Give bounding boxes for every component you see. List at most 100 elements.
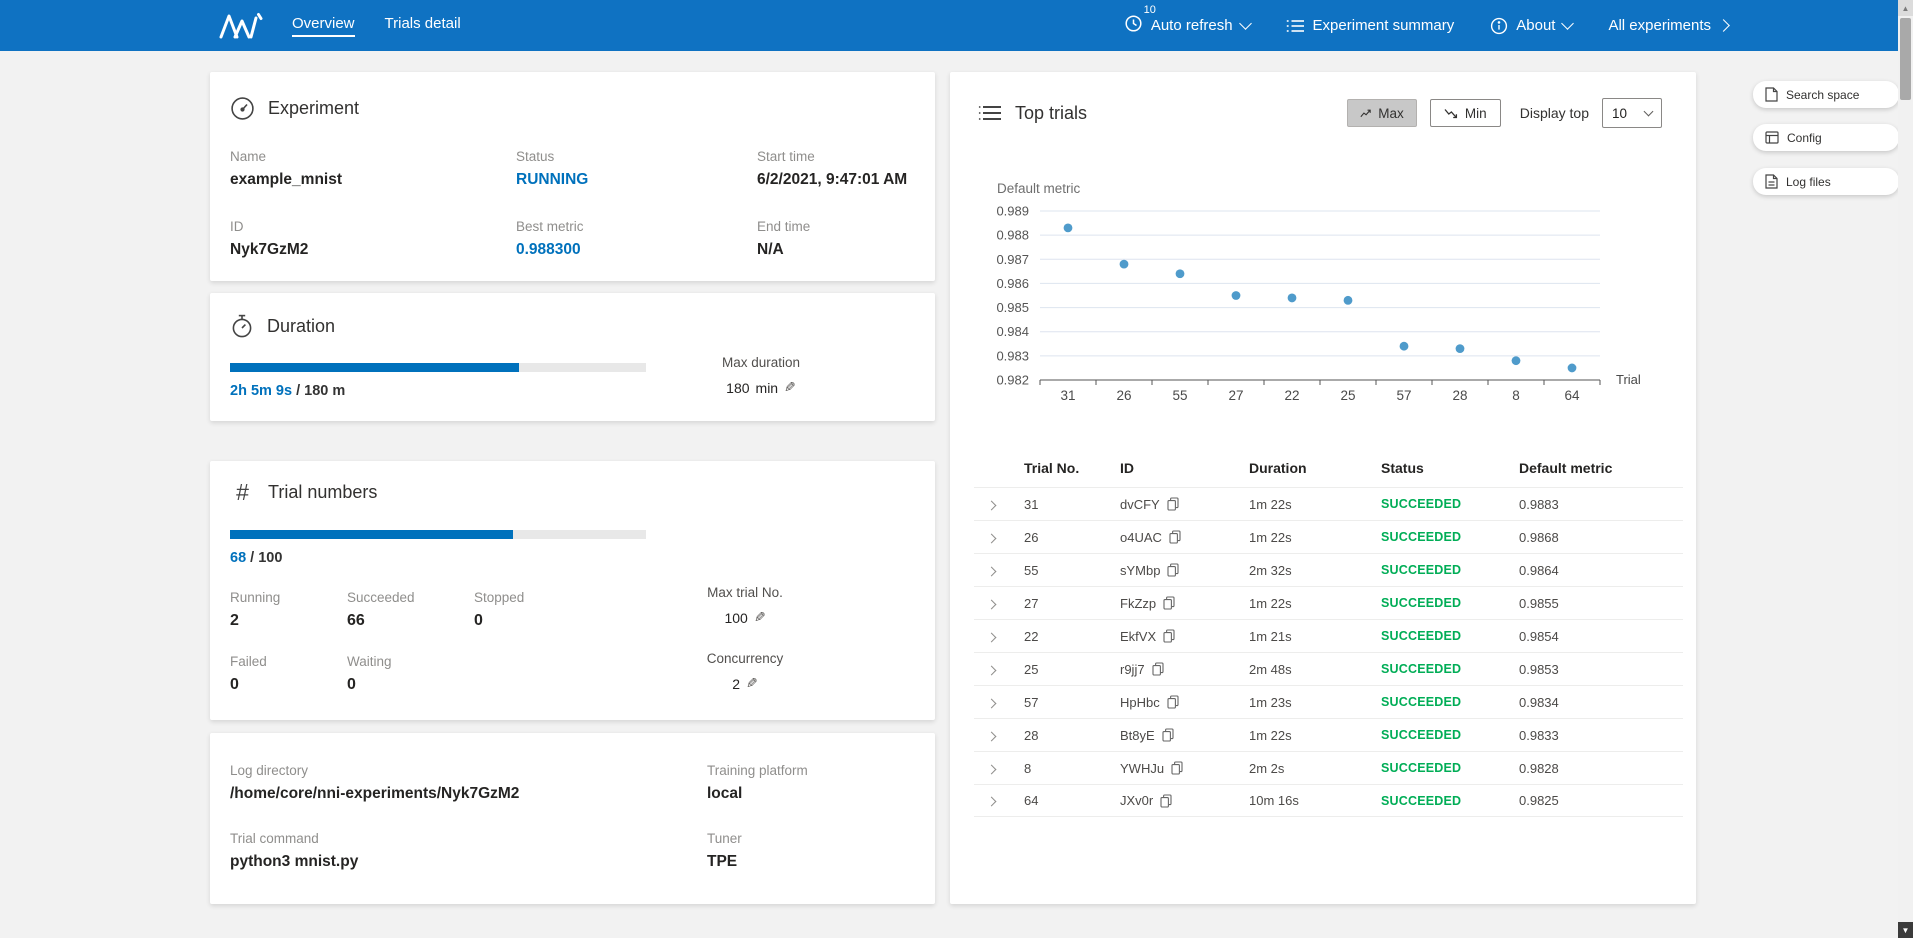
table-row[interactable]: 55sYMbp2m 32sSUCCEEDED0.9864 [974, 553, 1683, 586]
copy-icon[interactable] [1163, 596, 1175, 610]
table-row[interactable]: 8YWHJu2m 2sSUCCEEDED0.9828 [974, 751, 1683, 784]
copy-icon[interactable] [1167, 497, 1179, 511]
scrollbar: ▲ ▼ [1898, 0, 1913, 938]
trend-down-icon [1444, 108, 1458, 119]
navbar: Overview Trials detail 10 Auto refresh E… [0, 0, 1913, 51]
display-top-select[interactable]: 10 [1602, 98, 1662, 128]
edit-max-trial-button[interactable]: ✎ [754, 609, 766, 626]
duration-cell: 10m 16s [1249, 793, 1381, 808]
table-row[interactable]: 31dvCFY1m 22sSUCCEEDED0.9883 [974, 487, 1683, 520]
max-button[interactable]: Max [1347, 99, 1417, 127]
status-cell: SUCCEEDED [1381, 497, 1519, 511]
metric-cell: 0.9853 [1519, 662, 1683, 677]
field-label: Tuner [707, 831, 915, 846]
log-files-icon [1765, 174, 1778, 189]
field-label: Best metric [516, 219, 757, 234]
edit-max-duration-button[interactable]: ✎ [784, 379, 796, 396]
svg-text:0.984: 0.984 [996, 324, 1029, 339]
copy-icon[interactable] [1167, 563, 1179, 577]
expand-cell [974, 596, 1024, 611]
edit-concurrency-button[interactable]: ✎ [746, 675, 758, 692]
trial-id: JXv0r [1120, 793, 1153, 808]
copy-icon[interactable] [1171, 761, 1183, 775]
copy-icon[interactable] [1162, 728, 1174, 742]
metric-cell: 0.9868 [1519, 530, 1683, 545]
svg-text:64: 64 [1564, 388, 1580, 403]
expand-row-icon[interactable] [987, 632, 997, 642]
expand-row-icon[interactable] [987, 797, 997, 807]
copy-icon[interactable] [1169, 530, 1181, 544]
table-row[interactable]: 22EkfVX1m 21sSUCCEEDED0.9854 [974, 619, 1683, 652]
stat-label: Failed [230, 654, 347, 669]
gauge-icon [230, 96, 255, 121]
trial-no-cell: 22 [1024, 629, 1120, 644]
table-row[interactable]: 25r9jj72m 48sSUCCEEDED0.9853 [974, 652, 1683, 685]
copy-icon[interactable] [1167, 695, 1179, 709]
scroll-down-button[interactable]: ▼ [1898, 922, 1913, 938]
info-icon [1490, 17, 1508, 35]
scrollbar-thumb[interactable] [1900, 18, 1911, 100]
chevron-down-icon [1239, 17, 1252, 30]
hash-icon: # [230, 481, 255, 504]
auto-refresh-badge: 10 [1144, 4, 1156, 16]
svg-text:0.985: 0.985 [996, 300, 1029, 315]
stat-label: Waiting [347, 654, 474, 669]
expand-row-icon[interactable] [987, 566, 997, 576]
table-row[interactable]: 64JXv0r10m 16sSUCCEEDED0.9825 [974, 784, 1683, 817]
tab-overview[interactable]: Overview [292, 15, 355, 37]
field-value: local [707, 785, 915, 803]
chevron-down-icon [1644, 107, 1654, 117]
field-label: Status [516, 149, 757, 164]
stat-value: 66 [347, 612, 474, 630]
auto-refresh-button[interactable]: 10 Auto refresh [1124, 14, 1250, 37]
duration-cell: 1m 22s [1249, 497, 1381, 512]
trials-progress-bar [230, 530, 646, 539]
trial-no-cell: 26 [1024, 530, 1120, 545]
field-label: Training platform [707, 763, 915, 778]
search-space-button[interactable]: Search space [1753, 81, 1899, 108]
scroll-up-button[interactable]: ▲ [1898, 0, 1913, 16]
expand-row-icon[interactable] [987, 500, 997, 510]
metric-cell: 0.9828 [1519, 761, 1683, 776]
expand-row-icon[interactable] [987, 698, 997, 708]
metric-cell: 0.9854 [1519, 629, 1683, 644]
table-row[interactable]: 28Bt8yE1m 22sSUCCEEDED0.9833 [974, 718, 1683, 751]
experiment-summary-button[interactable]: Experiment summary [1286, 17, 1455, 34]
table-row[interactable]: 26o4UAC1m 22sSUCCEEDED0.9868 [974, 520, 1683, 553]
duration-cell: 1m 23s [1249, 695, 1381, 710]
about-button[interactable]: About [1490, 17, 1572, 35]
expand-row-icon[interactable] [987, 599, 997, 609]
all-experiments-button[interactable]: All experiments [1608, 17, 1728, 34]
table-row[interactable]: 27FkZzp1m 22sSUCCEEDED0.9855 [974, 586, 1683, 619]
svg-text:Trial: Trial [1616, 372, 1641, 387]
field-label: End time [757, 219, 915, 234]
expand-cell [974, 695, 1024, 710]
svg-text:0.989: 0.989 [996, 204, 1029, 219]
trial-id: Bt8yE [1120, 728, 1155, 743]
log-files-button[interactable]: Log files [1753, 168, 1899, 195]
trial-id: r9jj7 [1120, 662, 1145, 677]
status-cell: SUCCEEDED [1381, 761, 1519, 775]
expand-row-icon[interactable] [987, 731, 997, 741]
list-dots-icon [978, 103, 1002, 123]
tab-trials-detail[interactable]: Trials detail [385, 15, 461, 37]
svg-text:26: 26 [1116, 388, 1131, 403]
copy-icon[interactable] [1152, 662, 1164, 676]
copy-icon[interactable] [1163, 629, 1175, 643]
expand-row-icon[interactable] [987, 665, 997, 675]
config-button[interactable]: Config [1753, 124, 1899, 151]
trial-id: FkZzp [1120, 596, 1156, 611]
copy-icon[interactable] [1160, 794, 1172, 808]
min-button[interactable]: Min [1430, 99, 1501, 127]
expand-row-icon[interactable] [987, 764, 997, 774]
svg-text:Default metric: Default metric [997, 181, 1081, 196]
expand-row-icon[interactable] [987, 533, 997, 543]
nav-tabs: Overview Trials detail [292, 15, 461, 37]
svg-text:22: 22 [1284, 388, 1299, 403]
expand-cell [974, 662, 1024, 677]
table-row[interactable]: 57HpHbc1m 23sSUCCEEDED0.9834 [974, 685, 1683, 718]
trial-id: dvCFY [1120, 497, 1160, 512]
field-label: Log directory [230, 763, 707, 778]
trial-id-cell: EkfVX [1120, 629, 1249, 644]
trial-stat: Waiting0 [347, 654, 474, 694]
